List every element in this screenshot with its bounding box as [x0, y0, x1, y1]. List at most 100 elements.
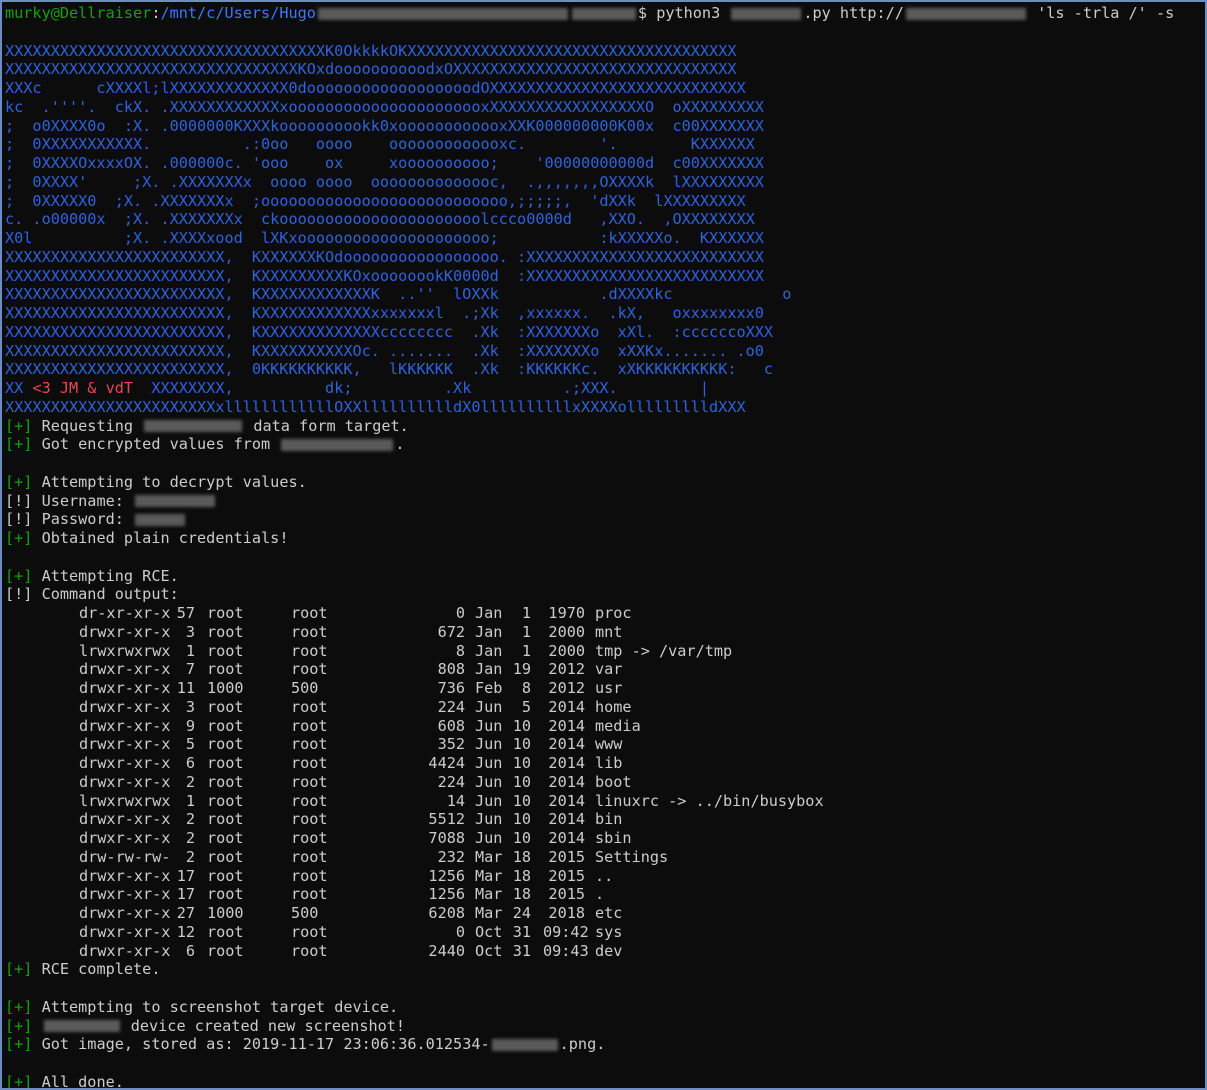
listing-perm: drwxr-xr-x: [79, 735, 171, 754]
listing-name: tmp -> /var/tmp: [595, 641, 733, 660]
listing-time: 2012: [548, 679, 585, 697]
listing-size: 608: [437, 716, 465, 735]
listing-mon: Mar: [475, 866, 503, 885]
terminal-window: murky@Dellraiser:/mnt/c/Users/Hugo $ pyth…: [0, 0, 1207, 1090]
listing-name: ..: [595, 866, 614, 885]
listing-day: 1: [521, 604, 531, 622]
listing-group: root: [291, 829, 328, 847]
listing-size: 2440: [428, 941, 465, 960]
log-text: Requesting: [41, 416, 143, 435]
listing-size: 1256: [428, 885, 465, 904]
listing-row: drwxr-xr-x 3 root root 672 Jan 1 2000 mnt: [5, 623, 1205, 642]
listing-perm: drwxr-xr-x: [79, 922, 171, 941]
banner-line: XXXXXXXXXXXXXXXXXXXXXXXX, KXXXXXXXXXXXXK…: [5, 285, 792, 304]
redacted-username: [135, 495, 216, 507]
listing-perm: drwxr-xr-x: [79, 866, 171, 885]
listing-size: 14: [446, 791, 465, 810]
listing-name: sys: [595, 922, 623, 941]
listing-mon: Oct: [475, 922, 503, 941]
terminal-output[interactable]: murky@Dellraiser:/mnt/c/Users/Hugo $ pyth…: [5, 4, 1205, 1088]
listing-perm: drwxr-xr-x: [79, 941, 171, 960]
listing-time: 2000: [548, 622, 585, 641]
listing-perm: drwxr-xr-x: [79, 754, 171, 772]
listing-name: usr: [595, 679, 623, 697]
prompt-command-a: $ python3: [637, 4, 730, 22]
listing-group: root: [291, 885, 328, 904]
listing-day: 10: [512, 754, 531, 772]
listing-day: 10: [512, 735, 531, 754]
listing-name: Settings: [595, 847, 669, 866]
plus-marker: [+]: [5, 472, 33, 491]
log-text: Attempting to decrypt values.: [41, 472, 307, 491]
listing-links: 2: [185, 847, 195, 866]
command-prompt-line: murky@Dellraiser:/mnt/c/Users/Hugo $ pyth…: [5, 4, 1205, 23]
listing-mon: Jun: [475, 791, 503, 810]
plus-marker: [+]: [5, 1072, 33, 1090]
listing-row: drwxr-xr-x 6 root root 2440 Oct 31 09:43 dev: [5, 942, 1205, 961]
log-got-image: [+] Got image, stored as: 2019-11-17 23:…: [5, 1035, 1205, 1054]
listing-time: 2014: [548, 772, 585, 791]
listing-row: drwxr-xr-x 2 root root 5512 Jun 10 2014 bin: [5, 810, 1205, 829]
listing-perm: drwxr-xr-x: [79, 829, 171, 847]
listing-name: sbin: [595, 829, 632, 847]
listing-row: drw-rw-rw- 2 root root 232 Mar 18 2015 Settings: [5, 848, 1205, 867]
plus-marker: [+]: [5, 1016, 33, 1035]
listing-group: root: [291, 772, 328, 791]
listing-owner: root: [207, 716, 244, 735]
log-text: Command output:: [41, 585, 179, 604]
listing-links: 2: [185, 772, 195, 791]
listing-size: 1256: [428, 866, 465, 885]
listing-perm: drwxr-xr-x: [79, 885, 171, 904]
redacted-script-name: [731, 7, 802, 20]
log-command-output: [!] Command output:: [5, 585, 1205, 604]
log-text: Password:: [41, 510, 134, 529]
listing-row: drwxr-xr-x 9 root root 608 Jun 10 2014 media: [5, 717, 1205, 736]
banner-line: XXXXXXXXXXXXXXXXXXXXXXXX, 0KKKKKKKKKK, l…: [5, 360, 774, 379]
listing-perm: drwxr-xr-x: [79, 679, 171, 697]
banner-sig-a: XX: [5, 379, 33, 397]
listing-mon: Feb: [475, 679, 503, 697]
banner-line: XXXXXXXXXXXXXXXXXXXXXXXX, KXXXXXXXXXXXXx…: [5, 304, 764, 322]
log-text: Username:: [41, 491, 134, 510]
listing-time: 2014: [548, 829, 585, 847]
listing-time: 2014: [548, 697, 585, 716]
listing-day: 19: [512, 660, 531, 679]
listing-perm: drwxr-xr-x: [79, 810, 171, 829]
log-got-values: [+] Got encrypted values from .: [5, 435, 1205, 454]
banner-line: XXXXXXXXXXXXXXXXXXXXXXXX, KXXXXXXXXXKOxo…: [5, 266, 764, 285]
listing-time: 2015: [548, 866, 585, 885]
log-username: [!] Username:: [5, 492, 1205, 511]
redacted-device-name: [43, 1020, 120, 1032]
banner-line: ; o0XXXX0o :X. .0000000KXXXkoooooooookk0…: [5, 116, 764, 135]
ascii-art-banner: XXXXXXXXXXXXXXXXXXXXXXXXXXXXXXXXXXXK0Okk…: [5, 42, 1205, 380]
listing-time: 2014: [548, 754, 585, 772]
listing-mon: Jan: [475, 622, 503, 641]
listing-owner: root: [207, 754, 244, 772]
listing-row: drwxr-xr-x 7 root root 808 Jan 19 2012 var: [5, 660, 1205, 679]
log-password: [!] Password:: [5, 510, 1205, 529]
listing-row: drwxr-xr-x 17 root root 1256 Mar 18 2015..: [5, 867, 1205, 886]
listing-owner: root: [207, 735, 244, 754]
redacted-target-url: [905, 7, 1026, 20]
listing-day: 5: [521, 697, 531, 716]
redacted-path-2: [571, 7, 636, 20]
listing-links: 2: [185, 829, 195, 847]
log-text: data form target.: [244, 416, 409, 435]
listing-day: 1: [521, 622, 531, 641]
listing-size: 224: [437, 772, 465, 791]
listing-owner: root: [207, 847, 244, 866]
listing-name: mnt: [595, 622, 623, 641]
listing-owner: root: [207, 791, 244, 810]
listing-group: root: [291, 604, 328, 622]
log-text: RCE complete.: [41, 960, 161, 979]
listing-row: lrwxrwxrwx 1 root root 8 Jan 1 2000 tmp -> /var/…: [5, 642, 1205, 661]
banner-line: X0l ;X. .XXXXxood lXKxoooooooooooooooooo…: [5, 229, 764, 247]
listing-group: root: [291, 810, 328, 829]
listing-size: 5512: [428, 810, 465, 829]
listing-size: 224: [437, 697, 465, 716]
listing-owner: root: [207, 810, 244, 829]
listing-mon: Jan: [475, 604, 503, 622]
listing-size: 672: [437, 622, 465, 641]
listing-name: bin: [595, 810, 623, 829]
